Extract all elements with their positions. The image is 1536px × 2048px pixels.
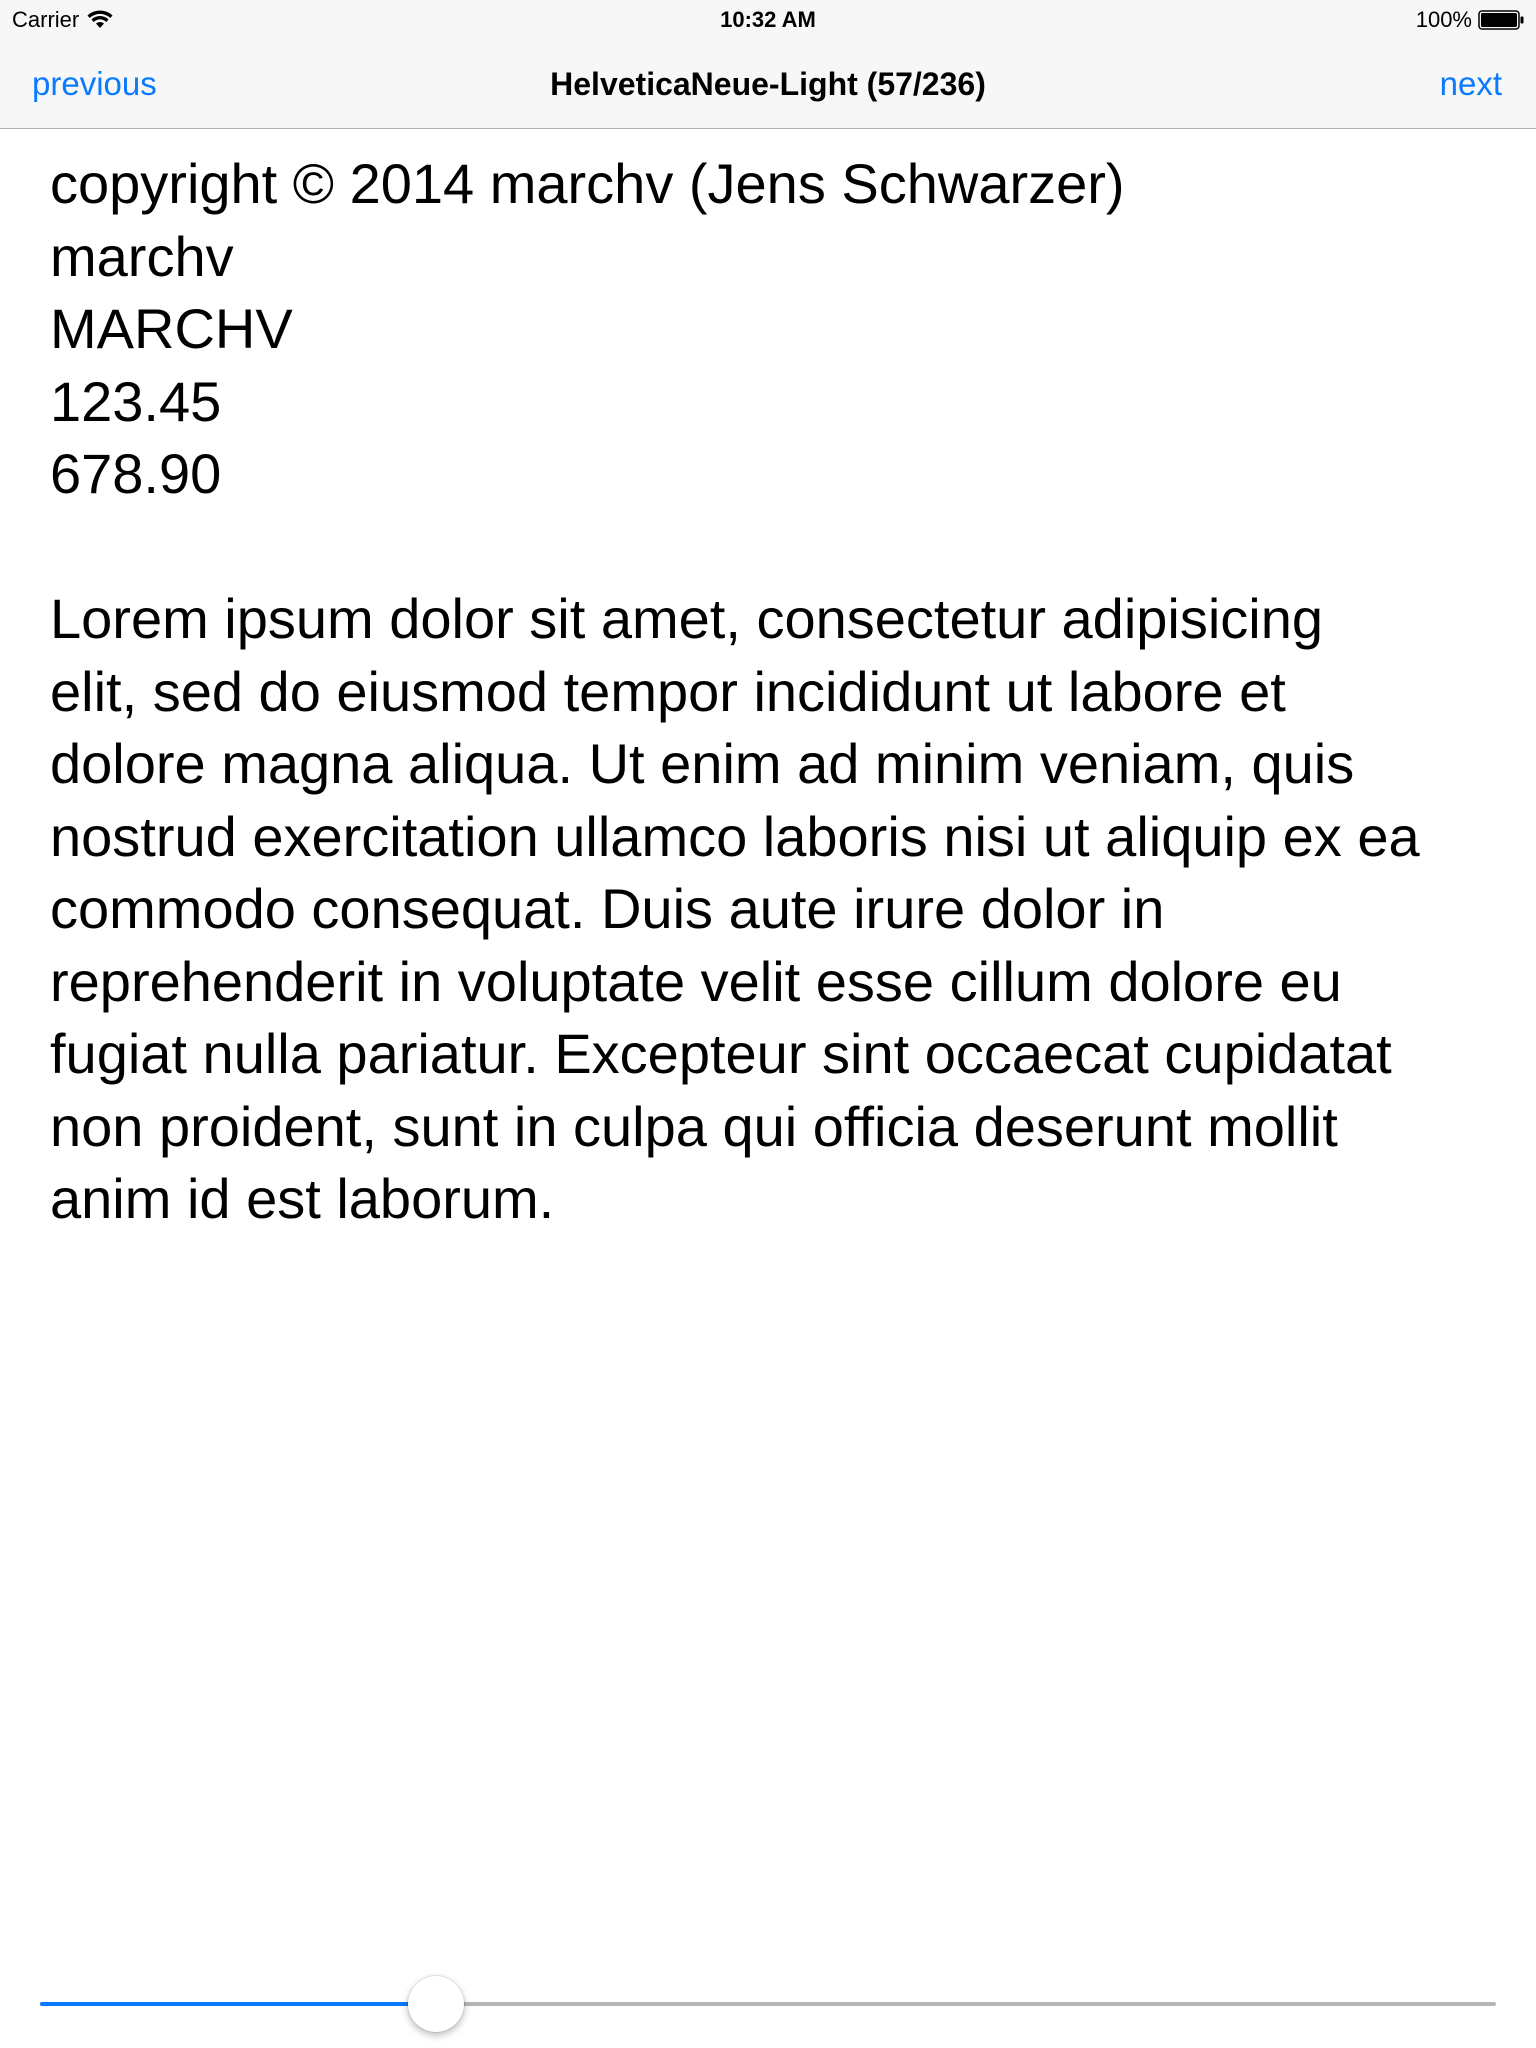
font-slider[interactable] [40, 1974, 1496, 2034]
slider-fill [40, 2002, 436, 2006]
number-sample-line-1: 123.45 [50, 369, 222, 433]
paragraph-line: Lorem ipsum dolor sit amet, consectetur … [50, 587, 1324, 650]
paragraph-line: non proident, sunt in culpa qui officia … [50, 1094, 1338, 1158]
number-sample-line-2: 678.90 [50, 442, 222, 505]
slider-thumb[interactable] [408, 1976, 464, 2032]
paragraph-line: nostrud exercitation ullamco laboris nis… [50, 804, 1420, 868]
page-title: HelveticaNeue-Light (57/236) [550, 66, 986, 102]
status-right: 100% [1416, 7, 1524, 33]
paragraph-line: anim id est laborum. [50, 1167, 555, 1230]
lorem-ipsum-paragraph: Lorem ipsum dolor sit amet, consectetur … [50, 583, 1490, 1236]
status-bar: Carrier 10:32 AM 100% [0, 0, 1536, 40]
lowercase-sample-line: marchv [50, 224, 234, 288]
battery-percent: 100% [1415, 7, 1472, 32]
paragraph-line: commodo consequat. Duis aute irure dolor… [50, 877, 1165, 940]
paragraph-line: reprehenderit in voluptate velit esse ci… [50, 949, 1342, 1013]
uppercase-sample-line: MARCHV [50, 297, 293, 360]
paragraph-line: dolore magna aliqua. Ut enim ad minim ve… [50, 732, 1355, 795]
status-time: 10:32 AM [720, 7, 816, 32]
paragraph-line: elit, sed do eiusmod tempor incididunt u… [50, 659, 1286, 723]
copyright-line: copyright © 2014 marchv (Jens Schwarzer) [50, 152, 1125, 215]
next-button[interactable]: next [1440, 65, 1502, 103]
battery-icon [1478, 10, 1524, 30]
navigation-bar: previous HelveticaNeue-Light (57/236) ne… [0, 40, 1536, 129]
sample-text-content: copyright © 2014 marchv (Jens Schwarzer)… [50, 148, 1490, 1236]
paragraph-line: fugiat nulla pariatur. Excepteur sint oc… [50, 1022, 1392, 1085]
